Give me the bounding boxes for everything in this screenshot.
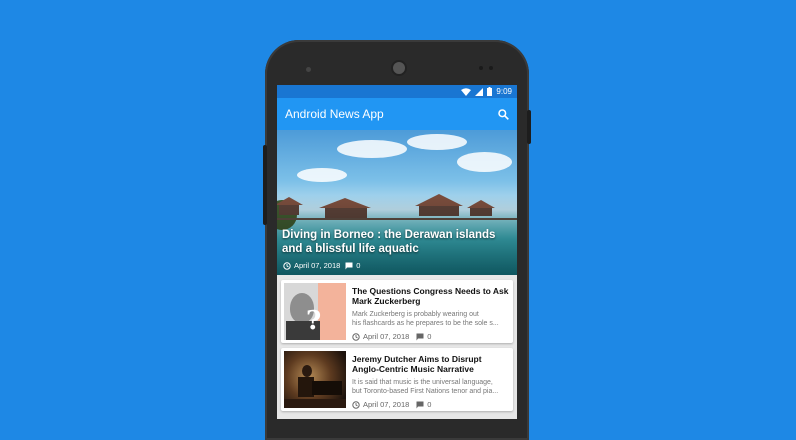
status-time: 9:09 [496,87,512,96]
search-icon[interactable] [498,108,509,120]
thumbnail-shape: ? [306,306,322,336]
article-body: The Questions Congress Needs to Ask Mark… [352,283,510,341]
featured-article[interactable]: Diving in Borneo : the Derawan islands a… [277,130,517,275]
clock-icon [352,400,360,409]
comment-icon [345,262,353,269]
article-comments: 0 [427,400,432,409]
proximity-sensor [306,67,311,72]
clock-icon [283,261,291,270]
comment-icon [416,401,424,408]
hero-meta: April 07, 2018 0 [283,261,360,270]
thumbnail-shape [284,399,346,408]
notification-led [489,66,493,70]
wifi-icon [461,87,472,96]
article-date: April 07, 2018 [363,332,410,341]
article-title[interactable]: Jeremy Dutcher Aims to Disrupt Anglo-Cen… [352,354,510,374]
article-card[interactable]: Jeremy Dutcher Aims to Disrupt Anglo-Cen… [281,348,513,411]
article-excerpt: Mark Zuckerberg is probably wearing out [352,311,479,318]
article-body: Jeremy Dutcher Aims to Disrupt Anglo-Cen… [352,351,510,409]
thumbnail-shape [312,381,342,395]
article-meta: April 07, 2018 0 [352,332,510,341]
article-excerpt: It is said that music is the universal l… [352,379,493,386]
power-button [527,110,531,144]
battery-icon [487,87,493,96]
article-card[interactable]: ? The Questions Congress Needs to Ask Ma… [281,280,513,343]
front-camera [391,60,407,76]
thumbnail-shape [302,365,312,377]
hero-comments: 0 [356,261,361,270]
comment-icon [416,333,424,340]
article-comments: 0 [427,332,432,341]
app-bar: Android News App [277,98,517,130]
hero-date: April 07, 2018 [294,261,341,270]
phone-screen: 9:09 Android News App Diving in Borneo :… [277,85,517,419]
article-date: April 07, 2018 [363,400,410,409]
hero-title[interactable]: Diving in Borneo : the Derawan islands a… [282,228,512,256]
app-title: Android News App [285,107,384,121]
signal-icon [475,87,484,96]
article-excerpt: his flashcards as he prepares to be the … [352,320,499,327]
clock-icon [352,332,360,341]
volume-button [263,145,267,225]
light-sensor [479,66,483,70]
article-title[interactable]: The Questions Congress Needs to Ask Mark… [352,286,510,306]
article-thumbnail: ? [284,283,346,340]
status-bar: 9:09 [277,85,517,98]
article-meta: April 07, 2018 0 [352,400,510,409]
article-thumbnail [284,351,346,408]
article-excerpt: but Toronto-based First Nations tenor an… [352,388,499,395]
